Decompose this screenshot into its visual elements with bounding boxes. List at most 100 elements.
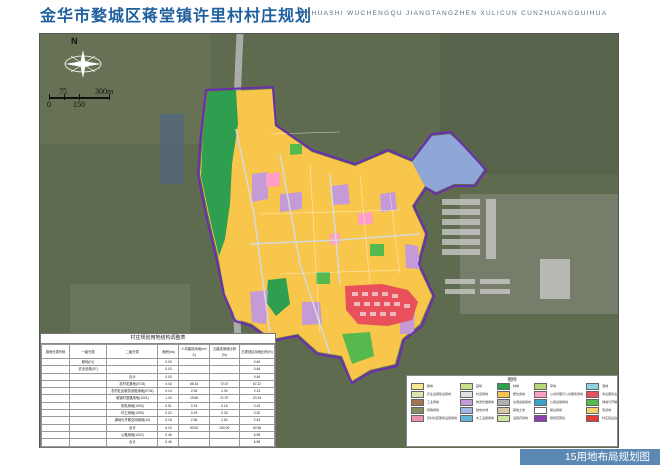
table-cell: 0.16 — [208, 401, 241, 411]
table-cell: 合计 — [106, 372, 159, 381]
table-cell — [178, 365, 210, 374]
table-row: 农村宅基地(0703) 4.43 65.34 72.67 67.22 — [41, 379, 275, 389]
table-cell: 1.34 — [157, 394, 180, 403]
legend-item: 湿地 — [586, 382, 617, 390]
table-cell — [178, 438, 210, 447]
legend-item: 交通运输用地 — [497, 398, 531, 406]
legend-item: 园地 — [460, 382, 494, 390]
table-body: 耕地(01) 0.03 0.46 农业设施(07) 0.03 0.46 合计 0.03 0.46… — [41, 357, 275, 447]
table-cell: 0.03 — [157, 365, 180, 374]
legend-item: 水工设施用地 — [460, 414, 495, 422]
table-cell — [41, 423, 70, 432]
table-cell — [41, 394, 70, 403]
table-row: 公路用地(1202) 0.46 6.98 — [41, 430, 275, 440]
map-legend: 图例 耕地 园地 林地 草地 湿地 农业设施建设用地 村道用地 居住用地 公共管理与公共服务用地… — [406, 375, 618, 447]
table-row: 合计 0.03 0.46 — [41, 372, 275, 381]
table-cell: 0.46 — [239, 372, 275, 381]
table-cell: 合计 — [106, 438, 159, 447]
table-cell — [68, 423, 108, 432]
legend-swatch — [534, 406, 548, 414]
legend-label: 留白用地 — [550, 408, 563, 412]
table-cell — [41, 430, 70, 440]
table-header-cell: 面积(ha) — [157, 344, 180, 359]
legend-item: 设施农用地 — [497, 414, 531, 422]
legend-label: 居住用地 — [513, 392, 526, 396]
table-cell — [208, 430, 241, 440]
table-cell: 0.15 — [239, 401, 275, 411]
legend-label: 公用设施用地 — [550, 400, 569, 404]
legend-swatch — [460, 406, 474, 414]
legend-swatch — [411, 398, 424, 406]
table-cell: 0.02 — [157, 409, 180, 418]
legend-item: 农村社区服务设施用地 — [411, 414, 457, 422]
legend-swatch — [586, 406, 600, 414]
legend-label: 特殊用地 — [427, 408, 440, 412]
land-use-table: 村庄规划用地结构调整表 用地分类代码 一级分类 二级分类 面积(ha) 人均建设… — [40, 333, 276, 448]
legend-item: 物流仓储用地 — [460, 398, 495, 406]
scale-label-300m: 300m — [95, 87, 114, 96]
table-cell — [68, 430, 108, 440]
header: 金华市婺城区蒋堂镇许里村村庄规划 JINHUASHI WUCHENGQU JIA… — [0, 0, 660, 30]
legend-label: 村庄建设边界 — [602, 416, 618, 420]
legend-item: 耕地 — [411, 382, 457, 390]
table-cell: 67.22 — [239, 379, 275, 389]
table-cell — [208, 372, 241, 381]
legend-item: 留白用地 — [534, 406, 583, 414]
legend-item: 林地 — [497, 382, 531, 390]
table-cell: 农村社区服务设施用地(0704) — [106, 387, 159, 396]
table-row: 农村社区服务设施用地(0704) 0.14 2.06 2.30 2.13 — [41, 387, 275, 396]
table-cell: 0.46 — [239, 365, 275, 374]
table-cell: 绿地与开敞空间用地(14) — [106, 416, 159, 425]
table-cell: 19.80 — [178, 394, 210, 403]
table-cell — [68, 372, 108, 381]
table-cell: 65.34 — [178, 379, 210, 389]
table-cell — [68, 409, 108, 418]
legend-label: 设施农用地 — [513, 416, 529, 420]
scale-label-150: 150 — [73, 100, 85, 109]
table-cell: 90.00 — [178, 423, 210, 432]
legend-swatch — [411, 382, 424, 390]
table-header-cell: 用地分类代码 — [41, 344, 70, 359]
legend-label: 水工设施用地 — [476, 416, 495, 420]
legend-label: 商业服务业用地 — [602, 392, 618, 396]
satellite-urban-area — [460, 194, 618, 314]
legend-item: 公共管理与公共服务用地 — [534, 390, 584, 398]
table-cell — [208, 357, 241, 367]
table-cell — [68, 387, 108, 396]
legend-label: 物流仓储用地 — [476, 400, 495, 404]
table-cell: 农业设施(07) — [68, 365, 108, 374]
table-header-cell: 占建设用地比例(%) — [208, 344, 241, 359]
page-subtitle: JINHUASHI WUCHENGQU JIANGTANGZHEN XULICU… — [298, 10, 608, 17]
table-cell — [41, 372, 70, 381]
legend-swatch — [534, 398, 548, 406]
table-row: 供电用地(1303) 0.01 0.15 0.16 0.15 — [41, 401, 275, 411]
scale-label-75: 75 — [59, 87, 67, 96]
satellite-lake — [160, 114, 184, 184]
table-cell — [208, 438, 241, 447]
table-cell: 供电用地(1303) — [106, 401, 159, 411]
table-header-cell: 人均建设用地(m²/人) — [178, 344, 210, 359]
table-cell: 6.10 — [157, 423, 180, 432]
table-cell: 0.46 — [157, 430, 180, 440]
table-cell — [68, 416, 108, 425]
legend-item: 居住用地 — [497, 390, 531, 398]
table-cell: 环卫用地(1309) — [106, 409, 159, 418]
compass-rose-icon — [64, 50, 102, 78]
table-cell — [178, 430, 210, 440]
table-cell: 0.03 — [157, 357, 180, 367]
table-cell: 0.16 — [157, 416, 180, 425]
table-cell: 农村宅基地(0703) — [106, 379, 159, 389]
table-cell — [41, 409, 70, 418]
table-header-row: 用地分类代码 一级分类 二级分类 面积(ha) 人均建设用地(m²/人) 占建设… — [41, 344, 275, 359]
table-cell: 2.43 — [239, 416, 275, 425]
legend-label: 公共管理与公共服务用地 — [550, 392, 584, 396]
table-row: 绿地与开敞空间用地(14) 0.16 2.36 2.62 2.43 — [41, 416, 275, 425]
table-cell — [41, 357, 70, 367]
legend-swatch — [534, 382, 548, 390]
legend-label: 绿地与开敞空间用地 — [602, 400, 618, 404]
table-cell: 0.33 — [208, 409, 241, 418]
legend-swatch — [497, 390, 511, 398]
legend-label: 农业设施建设用地 — [427, 392, 452, 396]
legend-grid: 耕地 园地 林地 草地 湿地 农业设施建设用地 村道用地 居住用地 公共管理与公共服务用地 商业服… — [407, 382, 618, 422]
legend-swatch — [534, 414, 548, 422]
